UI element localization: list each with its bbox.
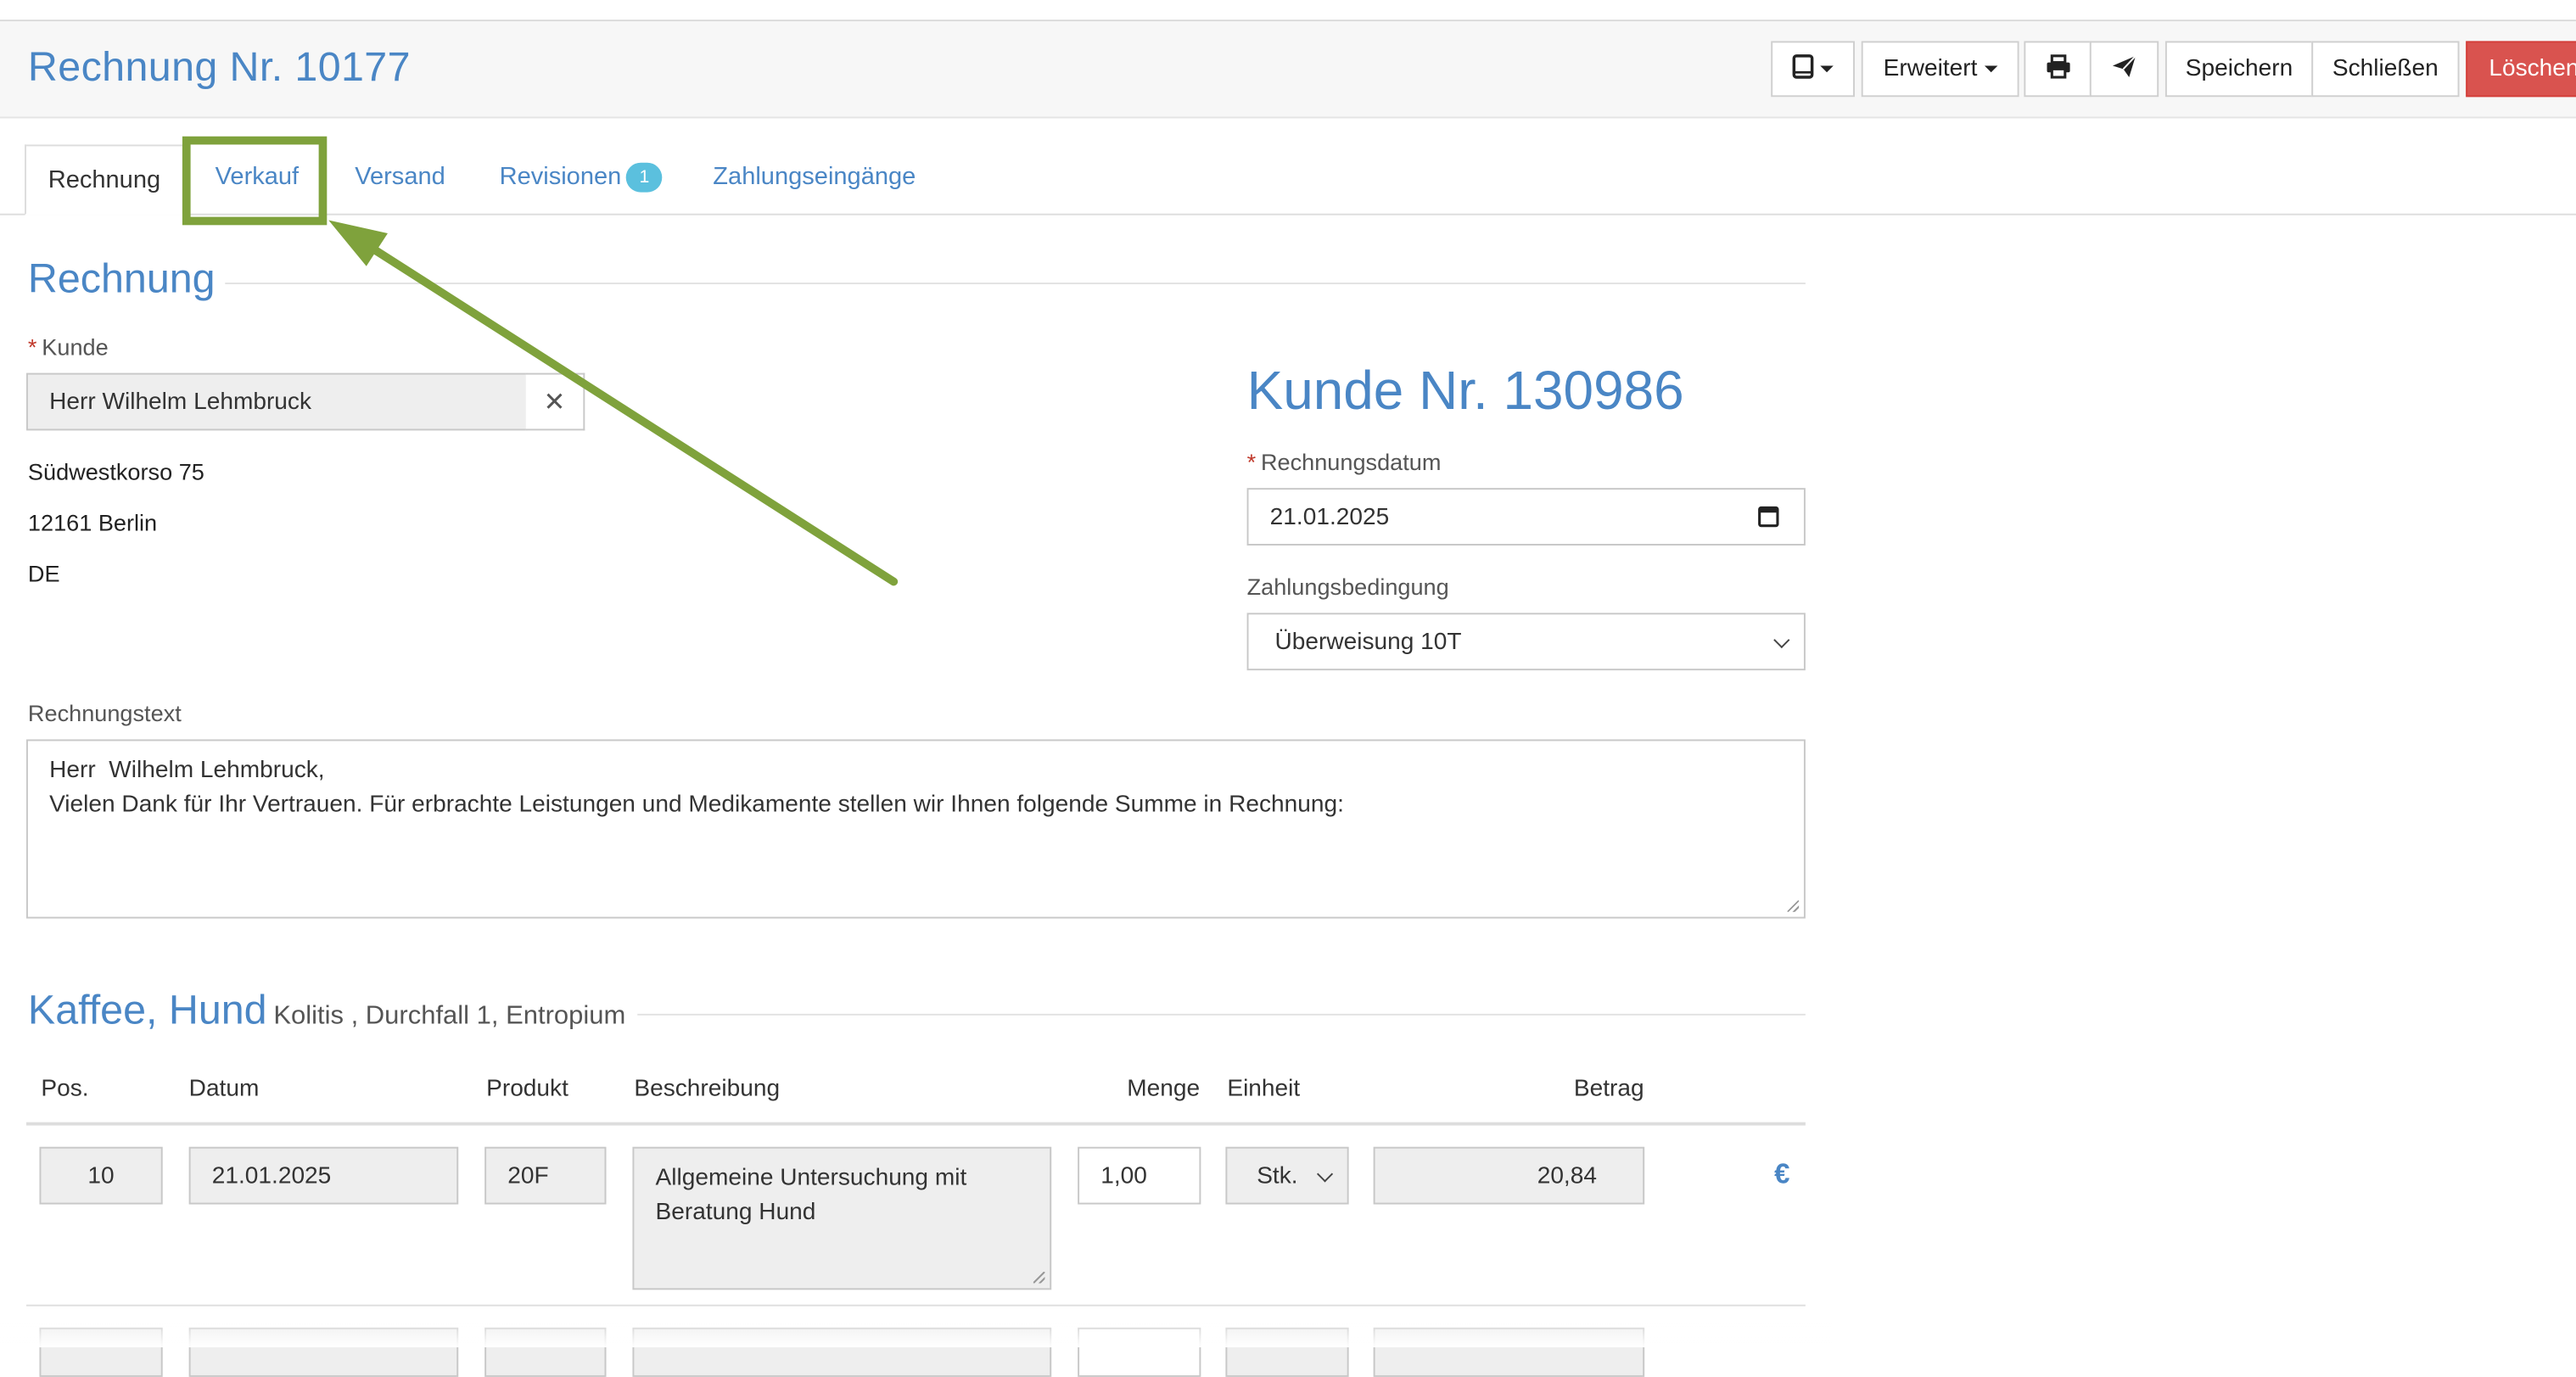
column-header-einheit: Einheit bbox=[1227, 1076, 1301, 1103]
rechnungsdatum-input[interactable]: 21.01.2025 bbox=[1246, 488, 1806, 546]
patient-details: Kolitis , Durchfall 1, Entropium bbox=[273, 1002, 626, 1031]
resize-handle-icon[interactable] bbox=[1033, 1271, 1045, 1284]
save-button[interactable]: Speichern bbox=[2164, 41, 2314, 98]
tab-rechnung[interactable]: Rechnung bbox=[25, 144, 184, 216]
address-country: DE bbox=[27, 560, 60, 587]
row-einheit-value: Stk. bbox=[1257, 1162, 1298, 1189]
chevron-down-icon bbox=[1984, 65, 1997, 73]
chevron-down-icon bbox=[1316, 1165, 1334, 1182]
calendar-icon[interactable] bbox=[1758, 505, 1779, 535]
rechnung-section-title: Rechnung bbox=[27, 256, 216, 303]
row-einheit-select[interactable]: Stk. bbox=[1225, 1146, 1349, 1205]
revisionen-count-badge: 1 bbox=[626, 162, 663, 193]
print-button[interactable] bbox=[2024, 41, 2092, 98]
rechnungstext-label: Rechnungstext bbox=[27, 699, 182, 726]
zahlungsbedingung-label: Zahlungsbedingung bbox=[1246, 573, 1449, 600]
column-header-produkt: Produkt bbox=[486, 1076, 568, 1103]
bottom-fade bbox=[0, 1318, 2576, 1348]
print-icon bbox=[2045, 53, 2071, 85]
kunde-label: * Kunde bbox=[27, 333, 109, 361]
send-button[interactable] bbox=[2089, 41, 2159, 98]
tablet-icon bbox=[1792, 53, 1814, 85]
close-icon: ✕ bbox=[543, 389, 566, 417]
erweitert-dropdown-button[interactable]: Erweitert bbox=[1861, 41, 2019, 98]
column-header-betrag: Betrag bbox=[1573, 1076, 1644, 1103]
patient-name: Kaffee, Hund bbox=[27, 987, 267, 1034]
column-header-menge: Menge bbox=[1127, 1076, 1201, 1103]
currency-euro-icon: € bbox=[1774, 1158, 1790, 1190]
kunde-field[interactable]: Herr Wilhelm Lehmbruck bbox=[25, 372, 528, 431]
patient-section-title: Kaffee, Hund Kolitis , Durchfall 1, Entro… bbox=[28, 988, 625, 1035]
row-datum-field[interactable]: 21.01.2025 bbox=[188, 1146, 459, 1205]
rechnungsdatum-value: 21.01.2025 bbox=[1269, 503, 1390, 530]
rechnungstext-line: Herr Wilhelm Lehmbruck, bbox=[49, 757, 325, 784]
chevron-down-icon bbox=[1773, 630, 1790, 648]
chevron-down-icon bbox=[1820, 65, 1834, 73]
kunde-number-heading: Kunde Nr. 130986 bbox=[1246, 360, 1684, 421]
zahlungsbedingung-select[interactable]: Überweisung 10T bbox=[1246, 613, 1806, 671]
rechnungsdatum-label: * Rechnungsdatum bbox=[1246, 448, 1442, 475]
address-street: Südwestkorso 75 bbox=[27, 458, 204, 485]
row-produkt-field[interactable]: 20F bbox=[484, 1146, 607, 1205]
verkauf-highlight-box bbox=[182, 136, 328, 226]
row-betrag-field[interactable]: 20,84 bbox=[1373, 1146, 1645, 1205]
delete-button[interactable]: Löschen bbox=[2466, 41, 2576, 98]
app-window: Rechnung Nr. 10177 Erweitert Speichern S… bbox=[0, 0, 2576, 1377]
row-pos-field[interactable]: 10 bbox=[39, 1146, 163, 1205]
rechnungstext-textarea[interactable]: Herr Wilhelm Lehmbruck, Vielen Dank für … bbox=[25, 739, 1806, 919]
tabs-divider bbox=[0, 213, 2576, 216]
clear-kunde-button[interactable]: ✕ bbox=[525, 372, 585, 431]
page-title: Rechnung Nr. 10177 bbox=[27, 44, 411, 91]
close-button[interactable]: Schließen bbox=[2311, 41, 2460, 98]
column-header-beschreibung: Beschreibung bbox=[634, 1076, 781, 1103]
address-city: 12161 Berlin bbox=[27, 509, 158, 536]
row-beschreibung-text: Allgemeine Untersuchung mit Beratung Hun… bbox=[655, 1165, 967, 1225]
section-divider bbox=[637, 1013, 1806, 1016]
table-header-divider bbox=[25, 1122, 1806, 1126]
table-row-divider bbox=[25, 1304, 1806, 1307]
annotation-arrow-icon bbox=[328, 220, 899, 586]
erweitert-label: Erweitert bbox=[1883, 55, 1978, 82]
resize-handle-icon[interactable] bbox=[1787, 900, 1800, 912]
section-divider bbox=[225, 283, 1806, 285]
row-menge-field[interactable]: 1,00 bbox=[1078, 1146, 1201, 1205]
send-icon bbox=[2111, 53, 2137, 85]
column-header-datum: Datum bbox=[188, 1076, 260, 1103]
row-beschreibung-textarea[interactable]: Allgemeine Untersuchung mit Beratung Hun… bbox=[632, 1146, 1052, 1290]
tab-zahlungseingaenge[interactable]: Zahlungseingänge bbox=[713, 163, 916, 191]
device-dropdown-button[interactable] bbox=[1771, 41, 1855, 98]
tab-versand[interactable]: Versand bbox=[355, 163, 445, 191]
rechnungstext-line: Vielen Dank für Ihr Vertrauen. Für erbra… bbox=[49, 791, 1344, 818]
tab-revisionen[interactable]: Revisionen 1 bbox=[499, 162, 663, 193]
column-header-pos: Pos. bbox=[41, 1076, 89, 1103]
tab-revisionen-label: Revisionen bbox=[499, 162, 622, 191]
zahlungsbedingung-value: Überweisung 10T bbox=[1274, 628, 1462, 655]
